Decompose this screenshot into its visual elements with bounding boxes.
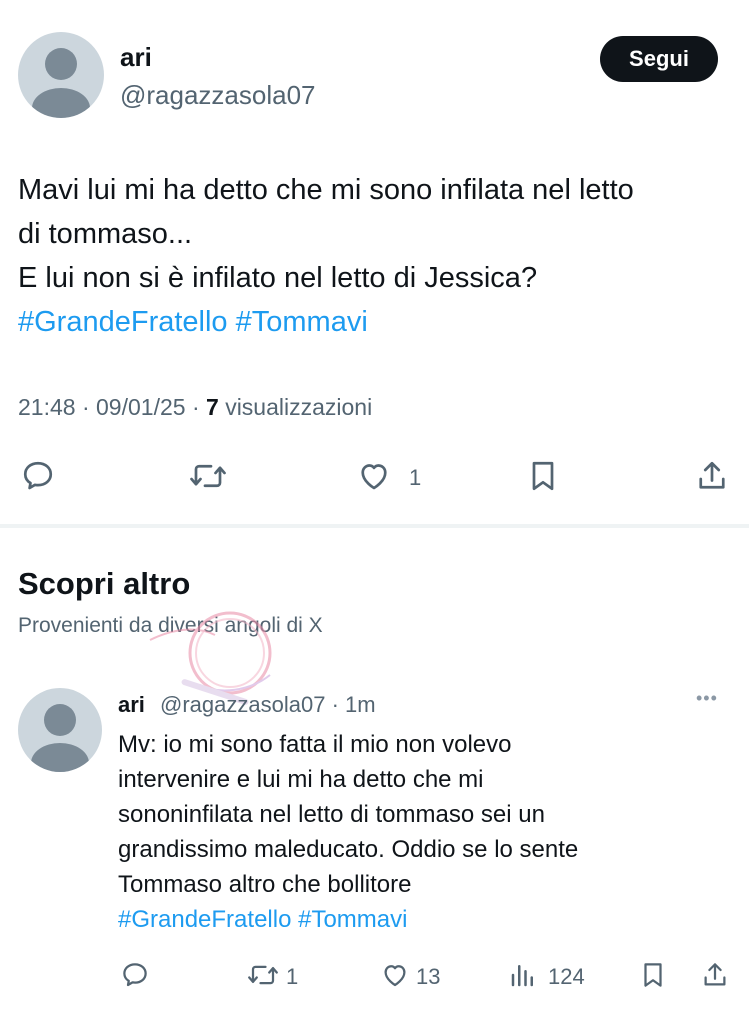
tweet-text-line: Mavi lui mi ha detto che mi sono infilat…	[18, 174, 634, 206]
retweet-count: 1	[286, 964, 299, 989]
views-count: 7	[206, 394, 219, 420]
avatar[interactable]	[18, 32, 104, 118]
more-options-icon[interactable]: •••	[696, 688, 718, 709]
reply-icon[interactable]	[20, 458, 56, 494]
avatar-head	[45, 48, 77, 80]
views-icon[interactable]	[508, 960, 538, 990]
avatar-body	[31, 743, 89, 772]
tweet-text: Mv: io mi sono fatta il mio non volevo i…	[118, 727, 728, 937]
views-count: 124	[548, 964, 585, 989]
like-icon[interactable]	[380, 960, 410, 990]
separator-dot: ·	[81, 394, 97, 420]
views-label: visualizzazioni	[225, 394, 373, 420]
tweet-text-line: grandissimo maleducato. Oddio se lo sent…	[118, 836, 579, 863]
author-handle[interactable]: @ragazzasola07	[160, 692, 325, 717]
reply-icon[interactable]	[120, 960, 150, 990]
like-icon[interactable]	[356, 458, 392, 494]
hashtag-link[interactable]: #GrandeFratello	[118, 906, 291, 933]
tweet-text-line: E lui non si è infilato nel letto di Jes…	[18, 262, 538, 294]
bookmark-icon[interactable]	[525, 458, 561, 494]
tweet-meta: 21:48 · 09/01/25 · 7 visualizzazioni	[18, 394, 372, 421]
separator-dot: ·	[331, 692, 346, 717]
hashtag-link[interactable]: #GrandeFratello	[18, 306, 228, 338]
hashtag-link[interactable]: #Tommavi	[236, 306, 368, 338]
bookmark-icon[interactable]	[638, 960, 668, 990]
avatar-head	[44, 704, 76, 736]
tweet-time[interactable]: 1m	[345, 692, 376, 717]
tweet-date[interactable]: 09/01/25	[96, 394, 186, 420]
tweet-text-line: intervenire e lui mi ha detto che mi	[118, 766, 484, 793]
watermark-logo	[140, 605, 280, 705]
author-name[interactable]: ari	[118, 692, 145, 718]
author-name[interactable]: ari	[120, 42, 152, 73]
section-title: Scopri altro	[18, 566, 191, 601]
like-count: 13	[416, 964, 441, 989]
retweet-icon[interactable]	[246, 960, 280, 990]
tweet-text-line: Mv: io mi sono fatta il mio non volevo	[118, 731, 512, 758]
author-handle-time[interactable]: @ragazzasola07 · 1m	[160, 692, 376, 718]
tweet-text-line: di tommaso...	[18, 218, 193, 250]
separator-dot: ·	[191, 394, 206, 420]
author-handle[interactable]: @ragazzasola07	[120, 80, 316, 111]
tweet-text-line: Tommaso altro che bollitore	[118, 871, 412, 898]
share-icon[interactable]	[700, 960, 730, 990]
retweet-icon[interactable]	[188, 458, 228, 494]
tweet-text: Mavi lui mi ha detto che mi sono infilat…	[18, 168, 730, 344]
hashtag-link[interactable]: #Tommavi	[298, 906, 407, 933]
avatar[interactable]	[18, 688, 102, 772]
share-icon[interactable]	[694, 458, 730, 494]
tweet-time[interactable]: 21:48	[18, 394, 76, 420]
tweet-text-line: sononinfilata nel letto di tommaso sei u…	[118, 801, 545, 828]
tweet-hashtags: #GrandeFratello #Tommavi	[118, 902, 728, 937]
section-divider	[0, 524, 749, 528]
follow-button[interactable]: Segui	[600, 36, 718, 82]
like-count: 1	[409, 465, 422, 490]
avatar-body	[32, 88, 90, 118]
tweet-hashtags: #GrandeFratello #Tommavi	[18, 300, 730, 344]
